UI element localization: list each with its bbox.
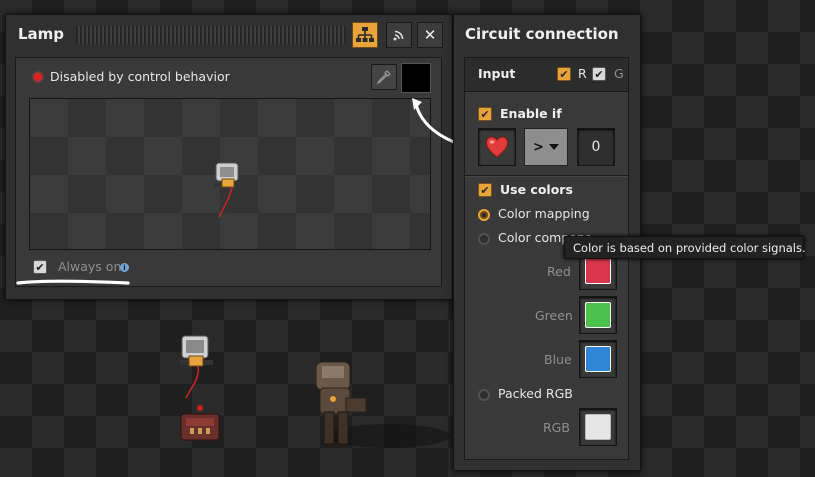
- color-mapping-label: Color mapping: [498, 206, 590, 221]
- blue-field-label: Blue: [544, 352, 572, 367]
- player-character: [315, 361, 450, 448]
- combinator-entity: [180, 405, 220, 441]
- color-picker-button[interactable]: [371, 64, 397, 90]
- red-wire-label: R: [578, 66, 587, 81]
- always-on-label: Always on: [58, 259, 122, 274]
- close-button[interactable]: ✕: [417, 22, 443, 48]
- annotation-underline: [16, 279, 130, 285]
- close-icon: ✕: [423, 26, 437, 44]
- green-wire-checkbox[interactable]: ✔: [592, 67, 606, 81]
- blue-signal-icon: [585, 346, 611, 372]
- blue-signal-slot[interactable]: [579, 340, 617, 378]
- red-field-label: Red: [547, 264, 571, 279]
- chevron-down-icon: [549, 144, 559, 150]
- circuit-connection-title: Circuit connection: [465, 25, 619, 43]
- entity-preview: [29, 98, 431, 250]
- current-color-swatch[interactable]: [401, 63, 431, 93]
- rgb-signal-slot[interactable]: [579, 408, 617, 446]
- constant-input[interactable]: 0: [577, 128, 615, 166]
- divider: [465, 175, 628, 177]
- packed-rgb-label: Packed RGB: [498, 386, 573, 401]
- heart-icon: [485, 136, 509, 158]
- tooltip: Color is based on provided color signals…: [564, 236, 806, 259]
- green-wire-label: G: [614, 66, 624, 81]
- use-colors-label: Use colors: [500, 182, 573, 197]
- tooltip-text: Color is based on provided color signals…: [573, 240, 806, 255]
- signal-selector[interactable]: [478, 128, 516, 166]
- status-text: Disabled by control behavior: [50, 69, 230, 84]
- lamp-title: Lamp: [18, 25, 65, 43]
- color-components-radio[interactable]: [478, 233, 490, 245]
- red-wire-checkbox[interactable]: ✔: [557, 67, 571, 81]
- white-signal-icon: [585, 414, 611, 440]
- green-signal-icon: [585, 302, 611, 328]
- circuit-network-button[interactable]: [352, 22, 378, 48]
- green-signal-slot[interactable]: [579, 296, 617, 334]
- circuit-network-icon: [356, 27, 374, 42]
- enable-if-label: Enable if: [500, 106, 562, 121]
- red-signal-icon: [585, 258, 611, 284]
- comparator-value: >: [533, 139, 544, 155]
- status-indicator-icon: [34, 73, 42, 81]
- color-mapping-radio[interactable]: [478, 209, 490, 221]
- lamp-drag-handle[interactable]: [76, 26, 346, 44]
- info-icon[interactable]: i: [120, 263, 129, 272]
- wireless-button[interactable]: [386, 22, 412, 48]
- always-on-checkbox[interactable]: ✔: [33, 260, 47, 274]
- lamp-window: Lamp ✕ Disabled by control behavior ✔ Al…: [5, 14, 453, 300]
- wireless-icon: [393, 30, 404, 41]
- eyedropper-icon: [376, 70, 391, 85]
- enable-if-checkbox[interactable]: ✔: [478, 107, 492, 121]
- lamp-entity-world: [180, 335, 213, 399]
- green-field-label: Green: [535, 308, 573, 323]
- comparator-dropdown[interactable]: >: [524, 128, 568, 166]
- lamp-entity-image: [214, 162, 244, 218]
- lamp-content: Disabled by control behavior ✔ Always on…: [15, 57, 442, 287]
- input-label: Input: [478, 66, 516, 81]
- rgb-field-label: RGB: [543, 420, 570, 435]
- packed-rgb-radio[interactable]: [478, 389, 490, 401]
- use-colors-checkbox[interactable]: ✔: [478, 183, 492, 197]
